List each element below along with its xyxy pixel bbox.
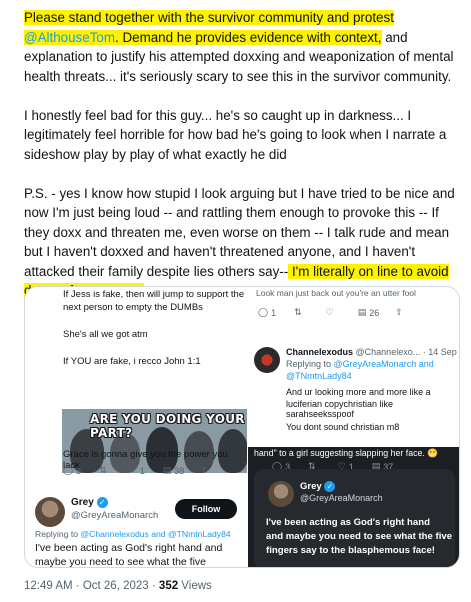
views-count: 352 xyxy=(158,580,179,592)
tweet-paragraph-3: P.S. - yes I know how stupid I look argu… xyxy=(24,184,460,301)
views-icon: ▤ xyxy=(162,465,172,475)
mention-althousetom[interactable]: @AlthouseTom xyxy=(24,29,116,45)
ss-left-stats: ◯ 3 ⇅ ♡ 1 ▤ 38 ⇧ xyxy=(63,465,208,476)
views-label: Views xyxy=(178,580,212,592)
media-image-left[interactable]: If Jess is fake, then will jump to suppo… xyxy=(25,287,247,568)
retweet-icon: ⇅ xyxy=(99,465,107,475)
share-icon: ⇧ xyxy=(200,465,208,475)
media-image-right-bottom[interactable]: hand" to a girl suggesting slapping her … xyxy=(248,447,459,567)
ss-left-reply-text-1: I've been acting as God's right hand and xyxy=(35,542,223,554)
ss-rt-replying-handle-2: @TNmtnLady84 xyxy=(286,371,352,381)
meme-caption: ARE YOU DOING YOUR PART? xyxy=(90,412,245,440)
ss-rb-author-handle: @GreyAreaMonarch xyxy=(300,493,383,503)
like-icon: ♡ xyxy=(325,307,334,317)
verified-icon: ✓ xyxy=(324,481,336,492)
ss-left-line3: She's all we got atm xyxy=(63,329,148,340)
tweet-date[interactable]: Oct 26, 2023 xyxy=(83,580,149,592)
ss-left-line1: If Jess is fake, then will jump to suppo… xyxy=(63,289,245,300)
verified-icon: ✓ xyxy=(96,497,108,508)
views-icon: ▤ xyxy=(357,307,367,317)
ss-left-author-handle: @GreyAreaMonarch xyxy=(71,510,159,521)
avatar xyxy=(254,347,280,373)
grimace-emoji: 😬 xyxy=(427,448,439,458)
ss-rt-text-2: luciferian copychristian like sarahseeks… xyxy=(286,399,394,419)
follow-button: Follow xyxy=(175,499,237,519)
ss-rb-top-line: hand" to a girl suggesting slapping her … xyxy=(254,448,439,458)
tweet-paragraph-2: I honestly feel bad for this guy... he's… xyxy=(24,107,447,162)
tweet-media-grid[interactable]: If Jess is fake, then will jump to suppo… xyxy=(24,286,460,568)
ss-left-line4: If YOU are fake, i recco John 1:1 xyxy=(63,356,201,367)
ss-left-replying-to: Replying to @Channelexodus and @TNmtnLad… xyxy=(35,529,231,539)
highlight-1: Please stand together with the survivor … xyxy=(24,10,394,25)
tweet-meta: 12:49 AM · Oct 26, 2023 · 352 Views xyxy=(24,580,212,592)
ss-rt-text-3: You dont sound christian m8 xyxy=(286,422,400,432)
tweet-body: Please stand together with the survivor … xyxy=(24,8,460,320)
ss-rt-replying-to: Replying to @GreyAreaMonarch and xyxy=(286,359,434,369)
ss-rt-top-line: Look man just back out you're an utter f… xyxy=(256,288,416,298)
ss-rt-stats: ◯ 1 ⇅ ♡ ▤ 26 ⇧ xyxy=(258,307,403,318)
tweet-paragraph-1: Please stand together with the survivor … xyxy=(24,8,460,86)
avatar xyxy=(268,481,294,507)
like-icon: ♡ xyxy=(128,465,137,475)
highlight-2: . Demand he provides evidence with conte… xyxy=(115,29,382,45)
share-icon: ⇧ xyxy=(395,307,403,317)
ss-rb-text-2: and maybe you need to see what the five xyxy=(266,531,453,542)
avatar xyxy=(35,497,65,527)
ss-rb-text-3: fingers say to the blasphemous face! xyxy=(266,545,436,556)
ss-left-author-name: Grey ✓ xyxy=(71,497,108,508)
ss-rb-text-1: I've been acting as God's right hand xyxy=(266,517,430,528)
ss-rt-text-1: And ur looking more and more like a xyxy=(286,387,431,397)
reply-icon: ◯ xyxy=(63,465,74,475)
reply-icon: ◯ xyxy=(258,307,269,317)
ss-rt-author-line: Channelexodus @Channelexo... · 14 Sep xyxy=(286,347,457,357)
ss-left-line2: next person to empty the DUMBs xyxy=(63,302,203,313)
ss-rb-author-name: Grey ✓ xyxy=(300,481,336,492)
media-image-right-top[interactable]: Look man just back out you're an utter f… xyxy=(248,287,459,446)
ss-left-reply-text-2: maybe you need to see what the five xyxy=(35,556,207,568)
retweet-icon: ⇅ xyxy=(294,307,302,317)
tweet-time[interactable]: 12:49 AM xyxy=(24,580,73,592)
